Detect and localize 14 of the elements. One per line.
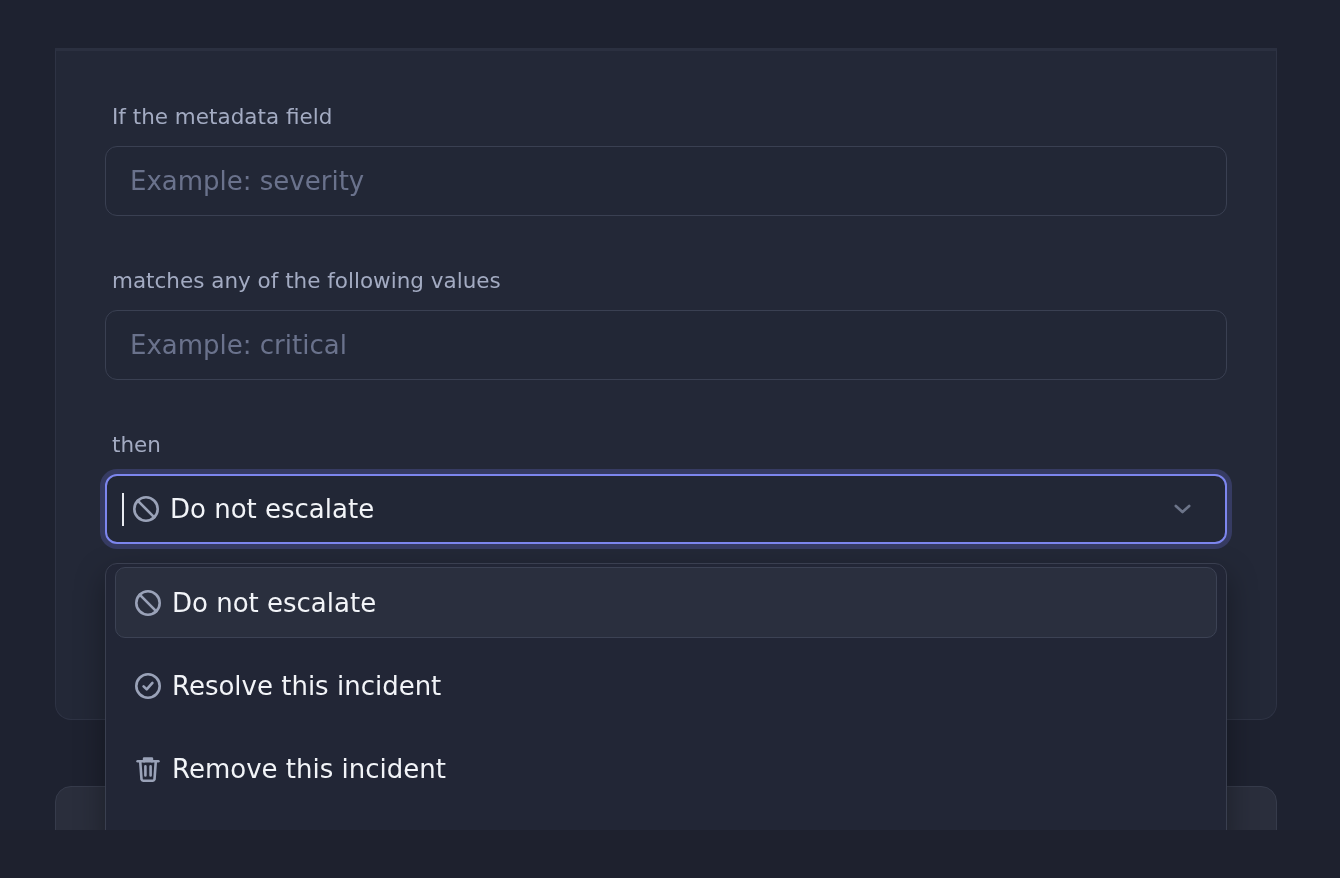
menu-option[interactable]: Do not escalate: [115, 567, 1217, 638]
field-label: If the metadata field: [112, 104, 333, 130]
text-cursor-icon: [122, 492, 124, 526]
text-input[interactable]: Example: severity: [105, 146, 1227, 216]
check-circle-icon: [135, 672, 161, 699]
field-label: matches any of the following values: [112, 268, 501, 294]
menu-option[interactable]: Resolve this incident: [115, 650, 1217, 721]
trash-icon: [135, 755, 161, 782]
text-input[interactable]: Example: critical: [105, 310, 1227, 380]
menu-option[interactable]: Remove this incident: [115, 733, 1217, 804]
field-label: then: [112, 432, 161, 458]
chevron-down-icon: [1174, 504, 1191, 514]
ban-icon: [133, 496, 159, 522]
ban-icon: [135, 589, 161, 616]
